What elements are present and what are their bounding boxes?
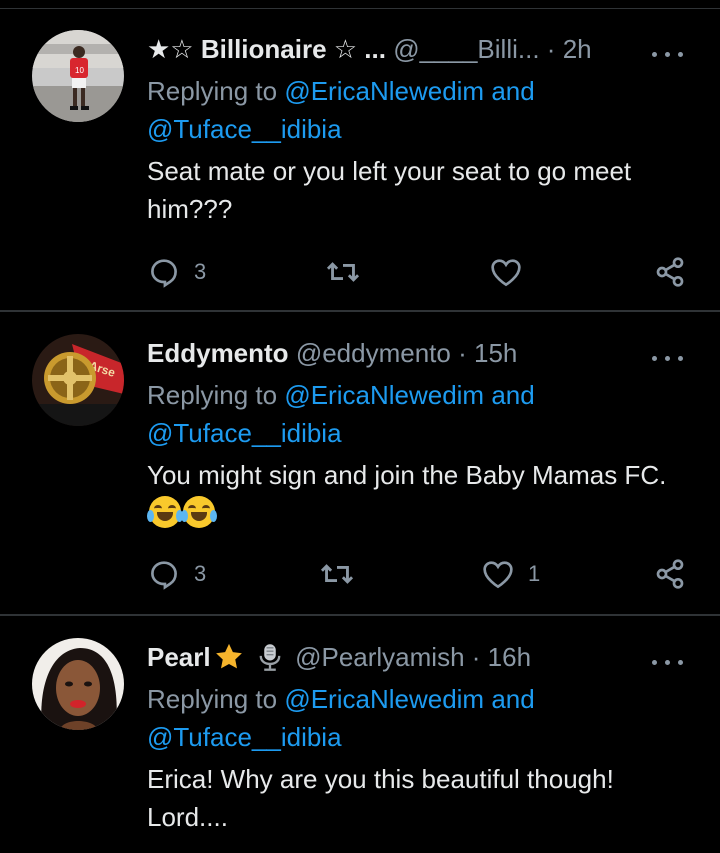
top-divider: [0, 8, 720, 9]
avatar-image: Arse: [32, 334, 124, 426]
separator-dot: ·: [546, 34, 556, 64]
avatar[interactable]: Arse: [32, 334, 124, 426]
mention-link[interactable]: @EricaNlewedim: [284, 684, 484, 714]
mention-link[interactable]: @Tuface__idibia: [147, 114, 342, 144]
retweet-button[interactable]: [326, 252, 360, 292]
reply-count: 3: [194, 259, 207, 284]
user-handle[interactable]: @eddymento: [296, 338, 451, 368]
tears-of-joy-emoji: [181, 496, 217, 528]
reply-count: 3: [194, 561, 207, 586]
display-name[interactable]: ★☆ Billionaire ☆ ...: [147, 34, 386, 64]
action-bar: 3: [0, 252, 720, 292]
avatar[interactable]: 10: [32, 30, 124, 122]
avatar-image: 10: [32, 30, 124, 122]
separator-dot: ·: [458, 338, 467, 368]
replying-to: Replying to @EricaNlewedim and @Tuface__…: [147, 680, 687, 756]
tweet-2[interactable]: Arse Eddymento @eddymento · 15h Replying…: [0, 334, 720, 604]
tweet-header: ★☆ Billionaire ☆ ... @____Billi... · 2h: [147, 32, 592, 66]
retweet-icon: [320, 564, 354, 584]
tweet-header: Pearl @Pearlyamish · 16h: [147, 640, 531, 674]
tears-of-joy-emoji: [147, 496, 183, 528]
heart-icon: [483, 561, 513, 589]
avatar-image: [32, 638, 124, 730]
tweet-text: Erica! Why are you this beautiful though…: [147, 764, 614, 832]
and-label: and: [491, 684, 535, 714]
tweet-1[interactable]: 10 ★☆ Billionaire ☆ ... @____Billi... · …: [0, 30, 720, 300]
user-handle[interactable]: @____Billi...: [393, 34, 539, 64]
replying-label: Replying to: [147, 76, 278, 106]
tweet-divider: [0, 310, 720, 312]
like-count: 1: [528, 561, 541, 586]
share-icon: [656, 559, 684, 589]
tweet-text-block: You might sign and join the Baby Mamas F…: [147, 456, 692, 532]
reply-button[interactable]: 3: [148, 252, 206, 292]
reply-button[interactable]: 3: [148, 554, 206, 594]
microphone-emoji: [259, 644, 281, 671]
tweet-3[interactable]: Pearl @Pearlyamish · 16h Replying to @Er…: [0, 638, 720, 853]
avatar[interactable]: [32, 638, 124, 730]
like-button[interactable]: 1: [482, 554, 540, 594]
share-button[interactable]: [654, 252, 686, 292]
display-name[interactable]: Pearl: [147, 642, 211, 672]
mention-link[interactable]: @EricaNlewedim: [284, 380, 484, 410]
replying-label: Replying to: [147, 380, 278, 410]
tweet-text: You might sign and join the Baby Mamas F…: [147, 460, 667, 490]
timestamp[interactable]: 2h: [563, 34, 592, 64]
share-icon: [656, 257, 684, 287]
and-label: and: [491, 76, 535, 106]
tweet-text: Seat mate or you left your seat to go me…: [147, 156, 632, 224]
share-button[interactable]: [654, 554, 686, 594]
replying-to: Replying to @EricaNlewedim and @Tuface__…: [147, 376, 687, 452]
star-emoji: [215, 643, 242, 669]
user-handle[interactable]: @Pearlyamish: [295, 642, 464, 672]
retweet-icon: [326, 262, 360, 282]
timestamp[interactable]: 15h: [474, 338, 517, 368]
like-button[interactable]: [490, 252, 536, 292]
more-icon[interactable]: [652, 348, 686, 368]
timestamp[interactable]: 16h: [488, 642, 531, 672]
action-bar: 3 1: [0, 554, 720, 594]
heart-icon: [491, 259, 521, 287]
mention-link[interactable]: @Tuface__idibia: [147, 722, 342, 752]
tweet-divider: [0, 614, 720, 616]
replying-to: Replying to @EricaNlewedim and @Tuface__…: [147, 72, 687, 148]
svg-text:10: 10: [75, 66, 84, 75]
and-label: and: [491, 380, 535, 410]
reply-icon: [151, 561, 177, 590]
retweet-button[interactable]: [320, 554, 354, 594]
tweet-header: Eddymento @eddymento · 15h: [147, 336, 517, 370]
more-icon[interactable]: [652, 44, 686, 64]
more-icon[interactable]: [652, 652, 686, 672]
separator-dot: ·: [471, 642, 481, 672]
mention-link[interactable]: @Tuface__idibia: [147, 418, 342, 448]
display-name[interactable]: Eddymento: [147, 338, 289, 368]
mention-link[interactable]: @EricaNlewedim: [284, 76, 484, 106]
reply-icon: [151, 259, 177, 288]
replying-label: Replying to: [147, 684, 278, 714]
